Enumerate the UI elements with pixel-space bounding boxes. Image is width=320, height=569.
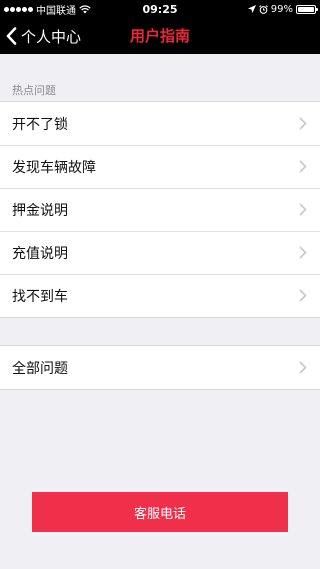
list-item-label: 充值说明	[12, 245, 68, 262]
location-arrow-icon	[247, 5, 256, 13]
battery-percent: 99%	[270, 3, 293, 15]
carrier-name: 中国联通	[36, 5, 76, 17]
hot-questions-header: 热点问题	[12, 84, 56, 97]
list-item-label: 全部问题	[12, 360, 68, 377]
list-item-label: 发现车辆故障	[12, 159, 96, 176]
chevron-right-icon	[299, 289, 307, 302]
hot-questions-list: 开不了锁 发现车辆故障 押金说明 充值说明 找不到车	[0, 101, 320, 318]
wifi-icon	[79, 4, 91, 13]
list-item-cannot-find-bike[interactable]: 找不到车	[0, 274, 320, 317]
back-button[interactable]: 个人中心	[6, 18, 81, 54]
list-item-recharge-info[interactable]: 充值说明	[0, 231, 320, 274]
status-bar: 中国联通 09:25 99%	[0, 0, 320, 18]
screen: 中国联通 09:25 99% 个人中心 用户指南 热点问题 开不了锁 发现车辆故…	[0, 0, 320, 569]
alarm-clock-icon	[258, 4, 268, 14]
status-left: 中国联通	[4, 2, 91, 17]
status-right: 99%	[247, 3, 318, 15]
battery-icon	[296, 4, 318, 14]
battery-fill	[298, 6, 314, 12]
navigation-bar: 个人中心 用户指南	[0, 18, 320, 54]
signal-strength-icon	[4, 6, 33, 12]
back-button-label: 个人中心	[21, 27, 82, 46]
chevron-right-icon	[299, 246, 307, 259]
list-item-label: 押金说明	[12, 202, 68, 219]
status-time: 09:25	[142, 2, 178, 16]
chevron-right-icon	[299, 160, 307, 173]
all-questions-list: 全部问题	[0, 345, 320, 390]
customer-service-call-button[interactable]: 客服电话	[32, 492, 288, 532]
chevron-right-icon	[299, 361, 307, 374]
list-item-unlock-failure[interactable]: 开不了锁	[0, 102, 320, 145]
chevron-left-icon	[6, 27, 17, 45]
list-item-label: 找不到车	[12, 288, 68, 305]
chevron-right-icon	[299, 203, 307, 216]
chevron-right-icon	[299, 117, 307, 130]
list-item-all-questions[interactable]: 全部问题	[0, 346, 320, 389]
list-item-label: 开不了锁	[12, 116, 68, 133]
list-item-deposit-info[interactable]: 押金说明	[0, 188, 320, 231]
list-item-vehicle-fault[interactable]: 发现车辆故障	[0, 145, 320, 188]
